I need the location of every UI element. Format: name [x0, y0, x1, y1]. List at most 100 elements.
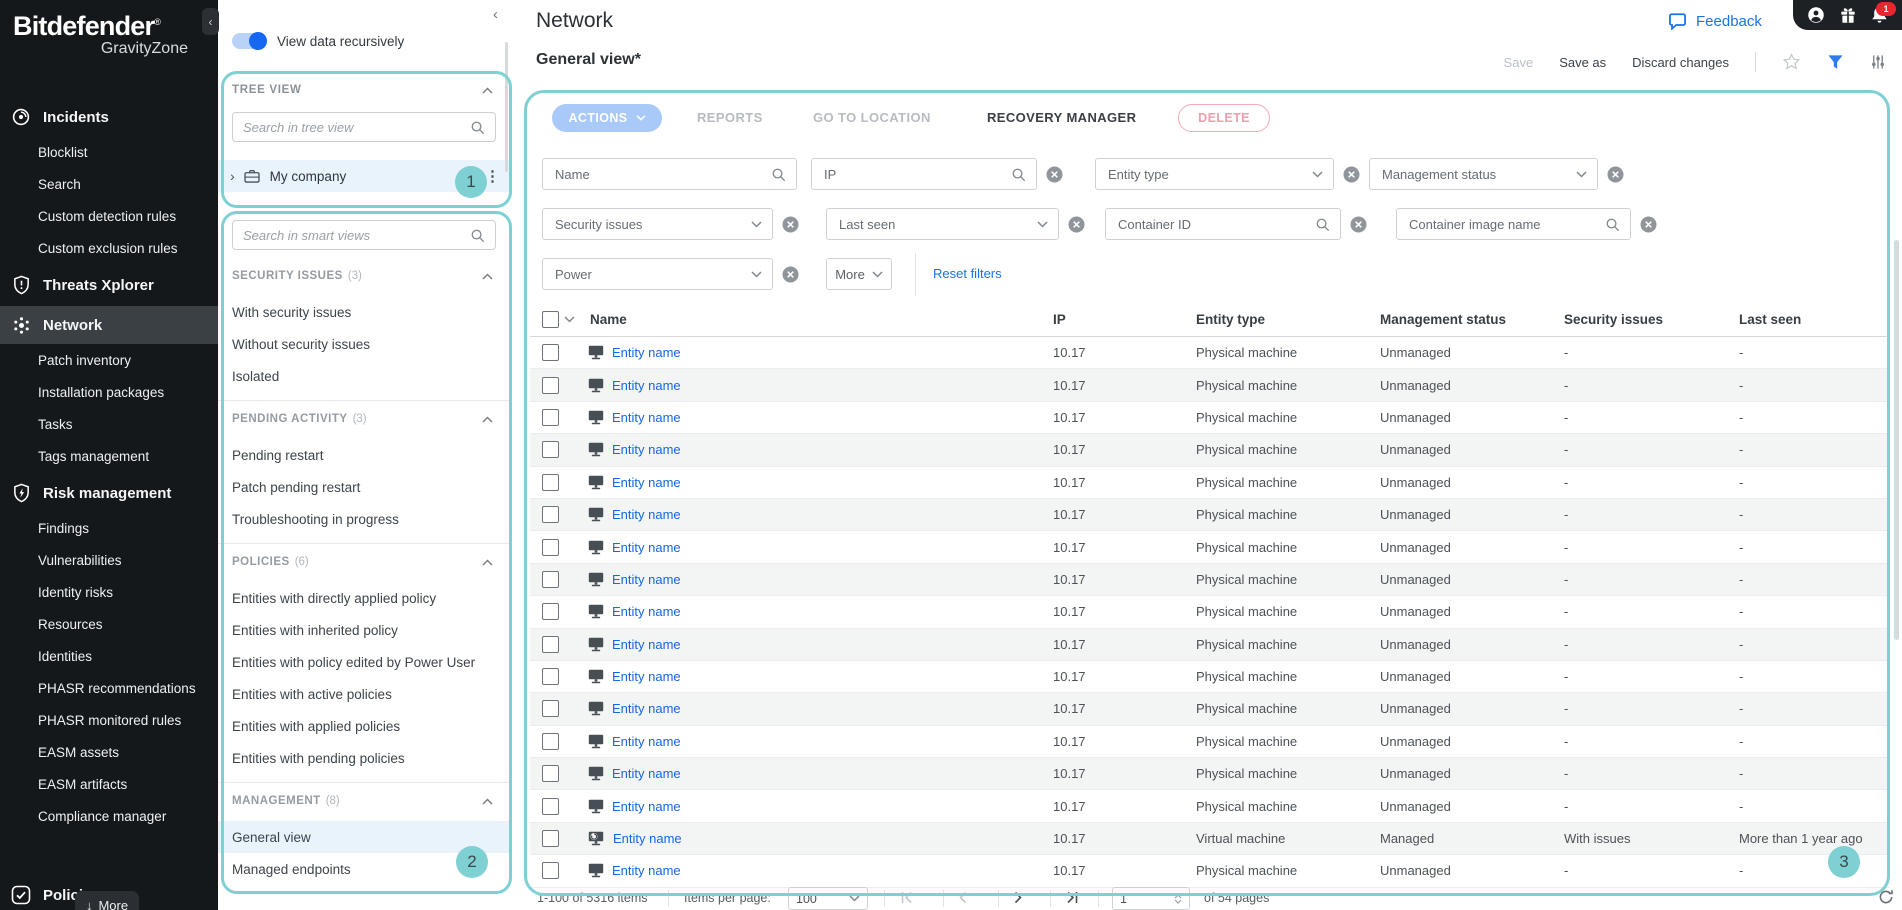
delete-button[interactable]: DELETE	[1178, 104, 1270, 132]
sidebar-item-tags-management[interactable]: Tags management	[0, 440, 218, 472]
sidebar-item-search[interactable]: Search	[0, 168, 218, 200]
row-checkbox[interactable]	[542, 377, 559, 394]
entity-name-link[interactable]: Entity name	[612, 766, 681, 781]
entity-name-link[interactable]: Entity name	[613, 831, 682, 846]
smart-view-item-entities-with-active-policies[interactable]: Entities with active policies	[218, 678, 510, 710]
sidebar-item-custom-detection-rules[interactable]: Custom detection rules	[0, 200, 218, 232]
sidebar-more-button[interactable]: ↓More	[75, 891, 139, 910]
filter-field-management-status[interactable]: Management status	[1369, 158, 1598, 190]
panel-scrollbar[interactable]	[505, 42, 508, 172]
clear-filter-icon[interactable]	[1640, 216, 1657, 233]
row-checkbox[interactable]	[542, 700, 559, 717]
reports-button[interactable]: REPORTS	[697, 110, 763, 125]
entity-name-link[interactable]: Entity name	[612, 540, 681, 555]
clear-filter-icon[interactable]	[1343, 166, 1360, 183]
sidebar-item-resources[interactable]: Resources	[0, 608, 218, 640]
column-header-management-status[interactable]: Management status	[1370, 312, 1554, 327]
row-checkbox[interactable]	[542, 441, 559, 458]
go-to-location-button[interactable]: GO TO LOCATION	[813, 110, 931, 125]
chevron-down-icon[interactable]	[564, 316, 575, 323]
smart-views-search-input[interactable]: Search in smart views	[232, 220, 496, 250]
row-checkbox[interactable]	[542, 830, 559, 847]
row-checkbox[interactable]	[542, 603, 559, 620]
previous-page-button[interactable]	[957, 891, 969, 904]
clear-filter-icon[interactable]	[1068, 216, 1085, 233]
column-header-last-seen[interactable]: Last seen	[1729, 312, 1890, 327]
chevron-up-icon[interactable]	[482, 87, 493, 94]
reset-filters-link[interactable]: Reset filters	[933, 266, 1002, 281]
discard-changes-button[interactable]: Discard changes	[1632, 55, 1729, 70]
select-all-checkbox[interactable]	[542, 311, 559, 328]
clear-filter-icon[interactable]	[1607, 166, 1624, 183]
sidebar-item-threats-xplorer[interactable]: Threats Xplorer	[0, 266, 218, 304]
tree-node-my-company[interactable]: › My company ⋮	[218, 160, 510, 192]
items-per-page-select[interactable]: 100	[788, 887, 868, 910]
smart-view-item-entities-with-inherited-policy[interactable]: Entities with inherited policy	[218, 614, 510, 646]
column-settings-icon[interactable]	[1870, 54, 1886, 70]
row-checkbox[interactable]	[542, 409, 559, 426]
sidebar-item-easm-assets[interactable]: EASM assets	[0, 736, 218, 768]
chevron-up-icon[interactable]	[482, 273, 493, 280]
smart-view-item-without-security-issues[interactable]: Without security issues	[218, 328, 510, 360]
smart-view-item-patch-pending-restart[interactable]: Patch pending restart	[218, 471, 510, 503]
chevron-up-icon[interactable]	[482, 416, 493, 423]
entity-name-link[interactable]: Entity name	[612, 701, 681, 716]
row-checkbox[interactable]	[542, 733, 559, 750]
smart-view-item-troubleshooting-in-progress[interactable]: Troubleshooting in progress	[218, 503, 510, 535]
entity-name-link[interactable]: Entity name	[612, 734, 681, 749]
sidebar-item-identities[interactable]: Identities	[0, 640, 218, 672]
sidebar-item-patch-inventory[interactable]: Patch inventory	[0, 344, 218, 376]
clear-filter-icon[interactable]	[782, 266, 799, 283]
row-checkbox[interactable]	[542, 571, 559, 588]
column-header-entity-type[interactable]: Entity type	[1186, 312, 1370, 327]
sidebar-item-network[interactable]: Network	[0, 306, 218, 344]
sidebar-item-blocklist[interactable]: Blocklist	[0, 136, 218, 168]
row-checkbox[interactable]	[542, 506, 559, 523]
actions-button[interactable]: ACTIONS	[552, 104, 662, 132]
filter-field-entity-type[interactable]: Entity type	[1095, 158, 1334, 190]
view-recursively-toggle[interactable]	[232, 33, 266, 49]
recovery-manager-button[interactable]: RECOVERY MANAGER	[987, 110, 1136, 125]
smart-view-item-entities-with-pending-policies[interactable]: Entities with pending policies	[218, 742, 510, 774]
page-number-input[interactable]: 1	[1112, 887, 1190, 910]
user-account-icon[interactable]	[1807, 6, 1825, 24]
clear-filter-icon[interactable]	[1046, 166, 1063, 183]
panel-collapse-icon[interactable]: ‹	[493, 6, 498, 23]
entity-name-link[interactable]: Entity name	[612, 475, 681, 490]
smart-view-item-entities-with-policy-edited-by-power-user[interactable]: Entities with policy edited by Power Use…	[218, 646, 510, 678]
spinner-arrows-icon[interactable]	[1174, 894, 1182, 904]
filter-field-container-id[interactable]: Container ID	[1105, 208, 1341, 240]
entity-name-link[interactable]: Entity name	[612, 669, 681, 684]
chevron-up-icon[interactable]	[482, 559, 493, 566]
sidebar-item-vulnerabilities[interactable]: Vulnerabilities	[0, 544, 218, 576]
clear-filter-icon[interactable]	[1350, 216, 1367, 233]
sidebar-collapse-button[interactable]: ‹	[202, 8, 219, 35]
last-page-button[interactable]	[1064, 891, 1079, 904]
row-checkbox[interactable]	[542, 862, 559, 879]
chevron-up-icon[interactable]	[482, 798, 493, 805]
entity-name-link[interactable]: Entity name	[612, 442, 681, 457]
entity-name-link[interactable]: Entity name	[612, 799, 681, 814]
entity-name-link[interactable]: Entity name	[612, 410, 681, 425]
favorite-star-icon[interactable]	[1782, 53, 1801, 71]
filter-field-security-issues[interactable]: Security issues	[542, 208, 773, 240]
entity-name-link[interactable]: Entity name	[612, 345, 681, 360]
column-header-ip[interactable]: IP	[1043, 312, 1186, 327]
next-page-button[interactable]	[1012, 891, 1024, 904]
filter-funnel-icon[interactable]	[1827, 54, 1844, 70]
smart-view-item-with-security-issues[interactable]: With security issues	[218, 296, 510, 328]
filter-field-last-seen[interactable]: Last seen	[826, 208, 1059, 240]
row-checkbox[interactable]	[542, 539, 559, 556]
clear-filter-icon[interactable]	[782, 216, 799, 233]
row-checkbox[interactable]	[542, 474, 559, 491]
sidebar-item-easm-artifacts[interactable]: EASM artifacts	[0, 768, 218, 800]
smart-view-item-entities-with-applied-policies[interactable]: Entities with applied policies	[218, 710, 510, 742]
save-as-button[interactable]: Save as	[1559, 55, 1606, 70]
kebab-menu-icon[interactable]: ⋮	[485, 167, 500, 185]
row-checkbox[interactable]	[542, 344, 559, 361]
sidebar-item-phasr-recommendations[interactable]: PHASR recommendations	[0, 672, 218, 704]
row-checkbox[interactable]	[542, 765, 559, 782]
sidebar-item-custom-exclusion-rules[interactable]: Custom exclusion rules	[0, 232, 218, 264]
tree-search-input[interactable]: Search in tree view	[232, 112, 496, 142]
more-filters-button[interactable]: More	[826, 258, 892, 290]
